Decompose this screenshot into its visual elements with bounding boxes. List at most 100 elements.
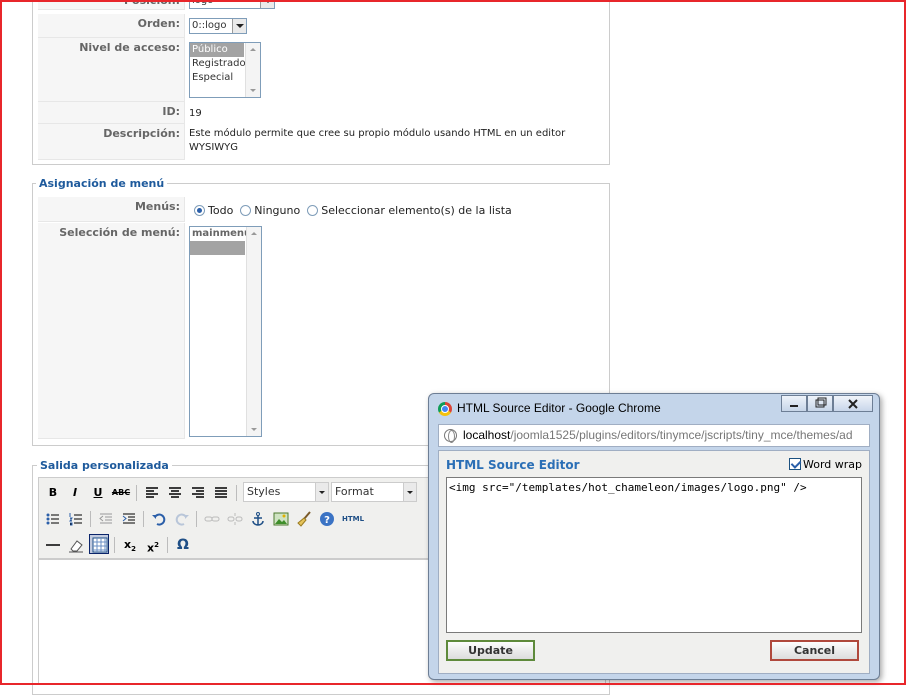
toolbar-separator	[90, 511, 91, 527]
html-source-editor-window: HTML Source Editor - Google Chrome local…	[428, 393, 880, 680]
undo-button[interactable]	[149, 509, 169, 529]
radio-ninguno[interactable]	[240, 205, 252, 216]
superscript-button[interactable]: x2	[143, 535, 163, 555]
popup-heading: HTML Source Editor	[446, 458, 580, 472]
restore-icon	[815, 397, 827, 408]
acceso-option[interactable]: Público	[190, 43, 244, 57]
chevron-down-icon[interactable]	[315, 483, 328, 501]
align-justify-icon	[215, 487, 227, 498]
horizontal-rule-button[interactable]	[43, 535, 63, 555]
menus-radio-group: Todo Ninguno Seleccionar elemento(s) de …	[194, 204, 512, 217]
seleccion-option[interactable]	[190, 241, 245, 255]
image-button[interactable]	[271, 509, 291, 529]
special-char-button[interactable]: Ω	[173, 535, 193, 555]
format-select-value: Format	[335, 485, 374, 498]
radio-seleccionar-label[interactable]: Seleccionar elemento(s) de la lista	[321, 204, 512, 217]
descripcion-value: Este módulo permite que cree su propio m…	[189, 128, 566, 153]
popup-body: HTML Source Editor Word wrap <img src="/…	[438, 450, 870, 674]
eraser-icon	[69, 540, 83, 553]
id-value: 19	[189, 108, 202, 119]
posicion-value: logo	[192, 0, 214, 6]
word-wrap-label[interactable]: Word wrap	[803, 458, 862, 471]
toolbar-separator	[136, 485, 137, 501]
update-button[interactable]: Update	[446, 640, 535, 661]
menus-label: Menús:	[38, 197, 185, 222]
source-code-textarea[interactable]: <img src="/templates/hot_chameleon/image…	[446, 477, 862, 633]
align-left-button[interactable]	[142, 483, 162, 503]
menu-assignment-legend: Asignación de menú	[36, 177, 168, 190]
row-id: ID: 19	[38, 102, 604, 124]
row-nivel-acceso: Nivel de acceso: Público Registrado Espe…	[38, 38, 604, 102]
outdent-icon	[99, 513, 112, 524]
toolbar-separator	[143, 511, 144, 527]
bold-button[interactable]: B	[43, 483, 63, 503]
cleanup-button[interactable]	[294, 509, 314, 529]
indent-button[interactable]	[119, 509, 139, 529]
seleccion-scrollbar[interactable]	[246, 227, 261, 436]
orden-value: 0::logo	[192, 20, 227, 31]
align-center-button[interactable]	[165, 483, 185, 503]
chevron-down-icon[interactable]	[232, 19, 246, 33]
visual-aid-button[interactable]	[89, 534, 109, 554]
orden-select[interactable]: 0::logo	[189, 18, 247, 34]
subscript-button[interactable]: x2	[120, 535, 140, 555]
underline-button[interactable]: U	[88, 483, 108, 503]
cancel-button[interactable]: Cancel	[770, 640, 859, 661]
styles-select[interactable]: Styles	[243, 482, 329, 502]
image-icon	[273, 512, 289, 526]
radio-todo[interactable]	[194, 205, 205, 216]
numbered-list-button[interactable]	[66, 509, 86, 529]
minimize-icon	[790, 405, 798, 407]
seleccion-listbox[interactable]: mainmenu	[189, 226, 262, 437]
globe-icon	[444, 429, 457, 443]
acceso-listbox[interactable]: Público Registrado Especial	[189, 42, 261, 98]
redo-icon	[175, 513, 189, 526]
chevron-down-icon[interactable]	[260, 0, 274, 8]
url-host: localhost	[463, 428, 511, 442]
help-button[interactable]: ?	[317, 509, 337, 529]
styles-select-value: Styles	[247, 485, 281, 498]
bullet-list-button[interactable]	[43, 509, 63, 529]
link-button[interactable]	[202, 509, 222, 529]
broom-icon	[297, 511, 311, 527]
window-title: HTML Source Editor - Google Chrome	[457, 401, 661, 415]
radio-seleccionar[interactable]	[307, 205, 319, 216]
id-label: ID:	[38, 102, 185, 124]
acceso-label: Nivel de acceso:	[38, 38, 185, 102]
numbered-list-icon	[69, 513, 82, 526]
acceso-scrollbar[interactable]	[245, 43, 260, 97]
descripcion-label: Descripción:	[38, 124, 185, 160]
unlink-icon	[227, 513, 243, 525]
anchor-button[interactable]	[248, 509, 268, 529]
format-select[interactable]: Format	[331, 482, 417, 502]
address-bar[interactable]: localhost/joomla1525/plugins/editors/tin…	[438, 424, 870, 447]
chevron-down-icon[interactable]	[403, 483, 416, 501]
remove-format-button[interactable]	[66, 535, 86, 555]
radio-todo-label[interactable]: Todo	[208, 204, 233, 217]
posicion-label: Posición:	[38, 0, 185, 10]
word-wrap-checkbox[interactable]	[788, 458, 801, 470]
posicion-select[interactable]: logo	[189, 0, 275, 9]
minimize-button[interactable]	[781, 395, 807, 412]
unlink-button[interactable]	[225, 509, 245, 529]
maximize-button[interactable]	[807, 395, 833, 412]
align-right-button[interactable]	[188, 483, 208, 503]
indent-icon	[122, 513, 135, 524]
table-grid-icon	[92, 537, 108, 553]
toolbar-separator	[167, 537, 168, 553]
italic-button[interactable]: I	[65, 483, 85, 503]
row-descripcion: Descripción: Este módulo permite que cre…	[38, 124, 604, 160]
anchor-icon	[252, 512, 264, 526]
word-wrap-option[interactable]: Word wrap	[788, 458, 862, 471]
custom-output-legend: Salida personalizada	[37, 459, 172, 472]
seleccion-option[interactable]: mainmenu	[190, 227, 251, 241]
html-source-button[interactable]: HTML	[340, 509, 366, 529]
radio-ninguno-label[interactable]: Ninguno	[254, 204, 300, 217]
align-justify-button[interactable]	[211, 483, 231, 503]
outdent-button[interactable]	[96, 509, 116, 529]
strikethrough-button[interactable]: ABC	[111, 483, 131, 503]
chrome-logo-icon	[438, 402, 452, 416]
align-right-icon	[192, 487, 204, 498]
close-button[interactable]	[833, 395, 873, 412]
redo-button[interactable]	[172, 509, 192, 529]
